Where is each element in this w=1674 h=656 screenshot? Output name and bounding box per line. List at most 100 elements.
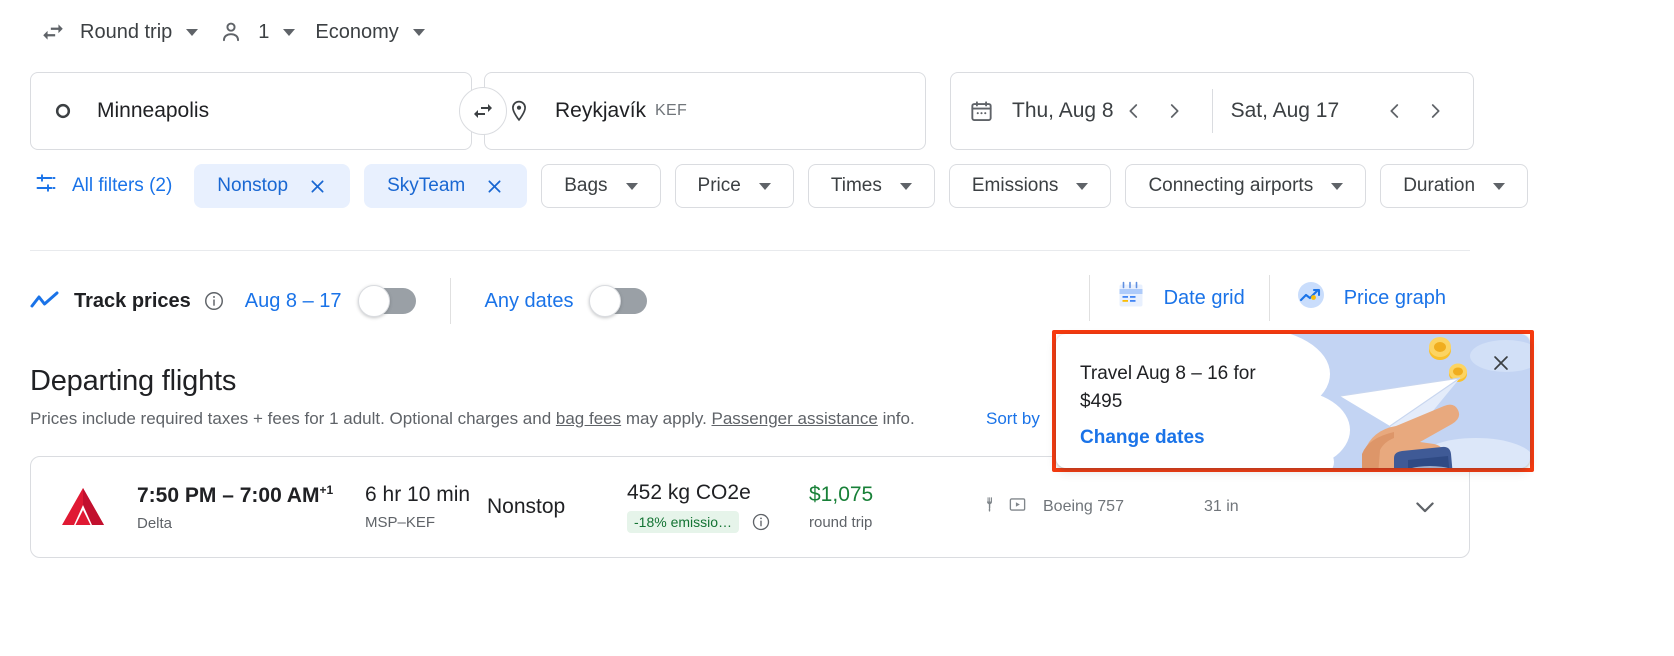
track-prices-label: Track prices: [74, 289, 191, 312]
close-icon[interactable]: [485, 177, 504, 196]
price-graph-label: Price graph: [1343, 286, 1446, 309]
passengers-count-label: 1: [258, 20, 270, 43]
change-dates-promo-popup[interactable]: Travel Aug 8 – 16 for $495 Change dates: [1056, 334, 1530, 468]
any-dates-label[interactable]: Any dates: [485, 290, 574, 313]
flight-price-cell: $1,075 round trip: [809, 483, 971, 531]
return-date-field[interactable]: Sat, Aug 17: [1213, 73, 1473, 149]
location-pin-icon: [507, 99, 531, 123]
chevron-down-icon: [412, 28, 425, 36]
disclaimer-text-3: info.: [877, 409, 915, 428]
cabin-class-selector[interactable]: Economy: [305, 12, 434, 52]
date-grid-button[interactable]: Date grid: [1090, 274, 1269, 322]
flight-price: $1,075: [809, 483, 874, 506]
delta-logo-icon: [55, 485, 111, 529]
sort-by-button[interactable]: Sort by: [986, 409, 1040, 429]
promo-text-block: Travel Aug 8 – 16 for $495 Change dates: [1056, 334, 1316, 468]
date-range-field: Thu, Aug 8 Sat, Aug 17: [950, 72, 1474, 150]
price-graph-button[interactable]: Price graph: [1270, 274, 1470, 322]
departure-date-value: Thu, Aug 8: [1012, 99, 1114, 122]
filter-chip-skyteam[interactable]: SkyTeam: [364, 164, 528, 208]
graph-tools-group: Date grid Price graph: [1088, 274, 1470, 322]
origin-field[interactable]: Minneapolis: [30, 72, 472, 150]
chevron-down-icon: [1331, 182, 1344, 190]
close-promo-button[interactable]: [1482, 344, 1520, 382]
passengers-selector[interactable]: 1: [208, 12, 305, 52]
trip-type-label: Round trip: [80, 20, 173, 43]
info-circle-icon[interactable]: [751, 512, 771, 532]
chevron-down-icon: [1493, 182, 1506, 190]
toggle-knob: [589, 285, 622, 317]
tracked-date-range-label[interactable]: Aug 8 – 17: [245, 290, 342, 313]
tune-icon: [34, 171, 58, 201]
google-flights-results-page: Round trip 1 Economy Minneapolis Reykjav…: [0, 0, 1674, 656]
chevron-down-icon: [899, 182, 912, 190]
destination-field[interactable]: Reykjavík KEF: [484, 72, 926, 150]
origin-value: Minneapolis: [97, 99, 210, 122]
trip-options-bar: Round trip 1 Economy: [30, 10, 435, 54]
filter-chip-connecting-airports[interactable]: Connecting airports: [1125, 164, 1367, 208]
expand-flight-details-button[interactable]: [1403, 485, 1447, 529]
bag-fees-link[interactable]: bag fees: [556, 409, 621, 428]
origin-destination-group: Minneapolis Reykjavík KEF: [30, 72, 926, 150]
filter-chip-label: Connecting airports: [1148, 175, 1314, 196]
flight-times-cell: 7:50 PM – 7:00 AM+1 Delta: [137, 483, 365, 532]
flight-duration-cell: 6 hr 10 min MSP–KEF: [365, 483, 487, 531]
in-flight-video-icon: [1008, 495, 1027, 519]
filter-chip-label: SkyTeam: [387, 175, 466, 196]
departing-flights-disclaimer: Prices include required taxes + fees for…: [30, 409, 915, 429]
flight-stops: Nonstop: [487, 495, 566, 518]
filter-chip-bags[interactable]: Bags: [541, 164, 661, 208]
trip-type-selector[interactable]: Round trip: [30, 12, 208, 52]
return-previous-day-button[interactable]: [1375, 91, 1415, 131]
trending-up-icon: [30, 290, 60, 312]
filter-chip-label: Nonstop: [217, 175, 289, 196]
destination-value: Reykjavík: [555, 99, 647, 122]
destination-airport-code: KEF: [655, 102, 688, 119]
all-filters-button[interactable]: All filters (2): [30, 164, 180, 208]
page-title: Departing flights: [30, 365, 237, 397]
disclaimer-text-1: Prices include required taxes + fees for…: [30, 409, 556, 428]
filter-chip-emissions[interactable]: Emissions: [948, 164, 1112, 208]
flight-route: MSP–KEF: [365, 514, 436, 531]
filter-chip-label: Bags: [564, 175, 608, 196]
chevron-down-icon: [625, 182, 638, 190]
flight-emissions-cell: 452 kg CO2e -18% emissio…: [627, 481, 809, 533]
flight-price-type: round trip: [809, 514, 873, 531]
section-divider: [30, 250, 1470, 251]
price-tracking-row: Track prices Aug 8 – 17 Any dates: [30, 277, 648, 325]
filter-chips-row: All filters (2) Nonstop SkyTeam Bags Pri…: [30, 162, 1529, 210]
flight-legroom: 31 in: [1203, 498, 1239, 515]
filter-chip-nonstop[interactable]: Nonstop: [194, 164, 351, 208]
flight-amenities: [981, 495, 1027, 519]
filter-chip-times[interactable]: Times: [807, 164, 935, 208]
filter-chip-duration[interactable]: Duration: [1380, 164, 1529, 208]
track-prices-toggle[interactable]: [357, 285, 416, 317]
date-grid-icon: [1114, 278, 1148, 318]
swap-origin-destination-button[interactable]: [459, 87, 507, 135]
cabin-class-label: Economy: [315, 20, 399, 43]
all-filters-label: All filters (2): [72, 175, 173, 196]
tools-divider: [449, 278, 451, 324]
filter-chip-label: Price: [697, 175, 741, 196]
disclaimer-text-2: may apply.: [621, 409, 712, 428]
change-dates-link[interactable]: Change dates: [1080, 427, 1316, 449]
info-circle-icon[interactable]: [203, 290, 225, 312]
search-fields-row: Minneapolis Reykjavík KEF Thu, Aug 8 Sat…: [30, 72, 1474, 150]
swap-horizontal-icon: [40, 19, 66, 45]
return-next-day-button[interactable]: [1415, 91, 1455, 131]
flight-stops-cell: Nonstop: [487, 495, 627, 519]
any-dates-toggle[interactable]: [589, 285, 648, 317]
chevron-down-icon: [186, 28, 199, 36]
departure-next-day-button[interactable]: [1154, 91, 1194, 131]
departure-date-field[interactable]: Thu, Aug 8: [951, 73, 1212, 149]
flight-emissions: 452 kg CO2e: [627, 481, 751, 504]
promo-highlight-border: Travel Aug 8 – 16 for $495 Change dates: [1052, 330, 1534, 472]
toggle-knob: [357, 285, 390, 317]
circle-outline-icon: [53, 101, 73, 121]
chevron-down-icon: [283, 28, 296, 36]
filter-chip-label: Emissions: [971, 175, 1059, 196]
passenger-assistance-link[interactable]: Passenger assistance: [712, 409, 878, 428]
close-icon[interactable]: [308, 177, 327, 196]
filter-chip-price[interactable]: Price: [674, 164, 794, 208]
departure-previous-day-button[interactable]: [1114, 91, 1154, 131]
